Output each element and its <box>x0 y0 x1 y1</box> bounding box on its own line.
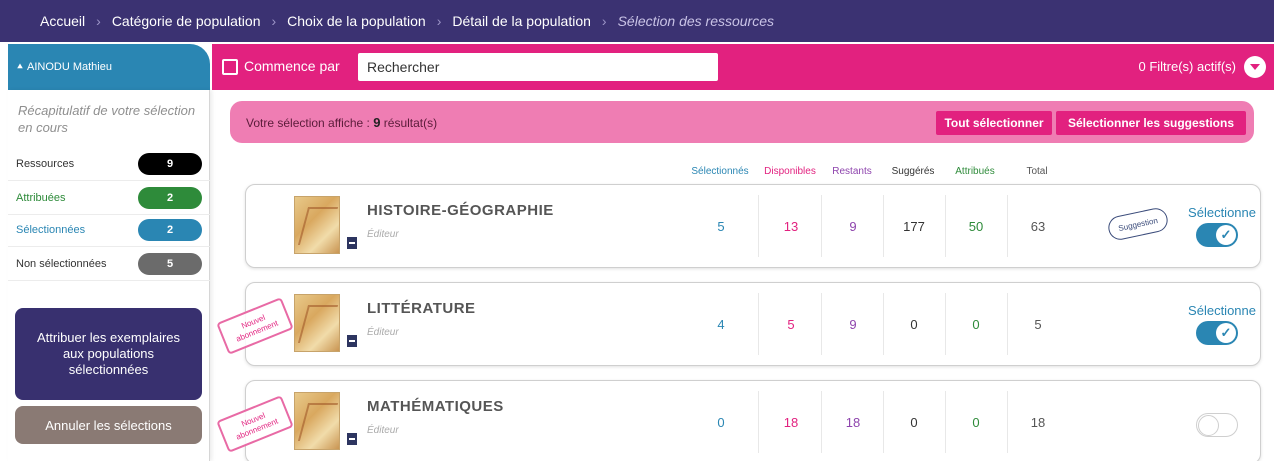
user-name: AINODU Mathieu <box>27 61 112 73</box>
results-banner: Votre sélection affiche : 9 résultat(s) … <box>230 101 1254 143</box>
search-bar: Commence par 0 Filtre(s) actif(s) <box>212 44 1274 90</box>
cancel-selections-button[interactable]: Annuler les sélections <box>15 406 202 444</box>
value-selectionnes: 5 <box>717 218 725 234</box>
chevron-right-icon: › <box>436 13 442 29</box>
starts-with-label: Commence par <box>244 58 340 74</box>
value-restants: 9 <box>849 218 857 234</box>
select-toggle[interactable] <box>1196 321 1238 345</box>
value-restants: 18 <box>845 414 861 430</box>
user-pin-icon: ⯅ <box>16 61 24 73</box>
select-all-button[interactable]: Tout sélectionner <box>936 111 1052 135</box>
column-header-suggeres: Suggérés <box>891 166 935 177</box>
select-toggle[interactable] <box>1196 413 1238 437</box>
stat-count-badge: 2 <box>138 218 202 241</box>
recap-title: Récapitulatif de votre sélection en cour… <box>18 103 196 135</box>
stat-selectionnees: Sélectionnées 2 <box>8 213 210 247</box>
stat-ressources: Ressources 9 <box>8 147 210 181</box>
column-header-restants: Restants <box>832 166 872 177</box>
value-restants: 9 <box>849 316 857 332</box>
value-total: 18 <box>1030 414 1046 430</box>
stat-non-selectionnees: Non sélectionnées 5 <box>8 247 210 281</box>
resource-title: MATHÉMATIQUES <box>367 398 504 415</box>
publisher-icon <box>347 335 357 347</box>
resource-title: LITTÉRATURE <box>367 300 476 317</box>
column-header-attribues: Attribués <box>955 166 995 177</box>
breadcrumb-choix[interactable]: Choix de la population <box>287 13 426 29</box>
results-text-after: résultat(s) <box>383 116 438 130</box>
value-attribues: 0 <box>972 414 980 430</box>
stat-count-badge: 5 <box>138 252 202 275</box>
value-attribues: 0 <box>972 316 980 332</box>
value-disponibles: 18 <box>783 414 799 430</box>
new-subscription-stamp: Nouvel abonnement <box>216 395 294 453</box>
publisher-icon <box>347 237 357 249</box>
new-subscription-stamp: Nouvel abonnement <box>216 297 294 355</box>
value-total: 63 <box>1030 218 1046 234</box>
value-disponibles: 13 <box>783 218 799 234</box>
breadcrumb: Accueil › Catégorie de population › Choi… <box>0 0 1274 42</box>
stat-label: Non sélectionnées <box>16 257 107 270</box>
value-attribues: 50 <box>968 218 984 234</box>
value-suggeres: 177 <box>903 218 925 234</box>
resource-row[interactable]: Nouvel abonnement MATHÉMATIQUES Éditeur … <box>216 380 1261 461</box>
breadcrumb-current: Sélection des ressources <box>617 13 775 29</box>
assign-copies-button[interactable]: Attribuer les exemplaires aux population… <box>15 308 202 400</box>
chevron-right-icon: › <box>601 13 607 29</box>
results-count: 9 <box>373 115 381 130</box>
column-header-disponibles: Disponibles <box>764 166 816 177</box>
resource-editor: Éditeur <box>367 425 399 436</box>
publisher-icon <box>347 433 357 445</box>
resource-row[interactable]: Nouvel abonnement LITTÉRATURE Éditeur 4 … <box>216 282 1261 366</box>
starts-with-checkbox[interactable] <box>222 59 238 75</box>
resource-cover-image <box>294 392 340 450</box>
stat-attribuees: Attribuées 2 <box>8 181 210 215</box>
breadcrumb-accueil[interactable]: Accueil <box>40 13 85 29</box>
sidebar: Récapitulatif de votre sélection en cour… <box>8 90 210 461</box>
resource-row[interactable]: HISTOIRE-GÉOGRAPHIE Éditeur 5 13 9 177 5… <box>245 184 1261 268</box>
resource-title: HISTOIRE-GÉOGRAPHIE <box>367 202 554 219</box>
select-label: Sélectionne <box>1188 205 1256 220</box>
resource-editor: Éditeur <box>367 229 399 240</box>
resource-editor: Éditeur <box>367 327 399 338</box>
suggestion-badge: Suggestion <box>1106 206 1170 242</box>
column-header-total: Total <box>1026 166 1048 177</box>
chevron-right-icon: › <box>271 13 277 29</box>
stat-count-badge: 2 <box>138 186 202 209</box>
resource-cover-image <box>294 196 340 254</box>
chevron-down-icon[interactable] <box>1244 56 1266 78</box>
chevron-right-icon: › <box>96 13 101 29</box>
breadcrumb-detail[interactable]: Détail de la population <box>452 13 591 29</box>
select-suggestions-button[interactable]: Sélectionner les suggestions <box>1056 111 1246 135</box>
value-selectionnes: 4 <box>717 316 725 332</box>
column-header-selectionnes: Sélectionnés <box>691 166 749 177</box>
user-bar[interactable]: ⯅ AINODU Mathieu <box>8 44 210 90</box>
value-disponibles: 5 <box>787 316 795 332</box>
value-total: 5 <box>1034 316 1042 332</box>
select-toggle[interactable] <box>1196 223 1238 247</box>
stat-label: Attribuées <box>16 191 66 204</box>
value-suggeres: 0 <box>910 316 918 332</box>
stat-count-badge: 9 <box>138 152 202 175</box>
value-selectionnes: 0 <box>717 414 725 430</box>
breadcrumb-categorie[interactable]: Catégorie de population <box>112 13 261 29</box>
results-text-before: Votre sélection affiche : <box>246 116 370 130</box>
stat-label: Ressources <box>16 157 75 170</box>
search-input[interactable] <box>358 53 718 81</box>
value-suggeres: 0 <box>910 414 918 430</box>
results-summary: Votre sélection affiche : 9 résultat(s) <box>246 115 437 130</box>
resource-cover-image <box>294 294 340 352</box>
active-filters-label[interactable]: 0 Filtre(s) actif(s) <box>1139 59 1237 74</box>
stat-label: Sélectionnées <box>16 223 86 236</box>
select-label: Sélectionne <box>1188 303 1256 318</box>
